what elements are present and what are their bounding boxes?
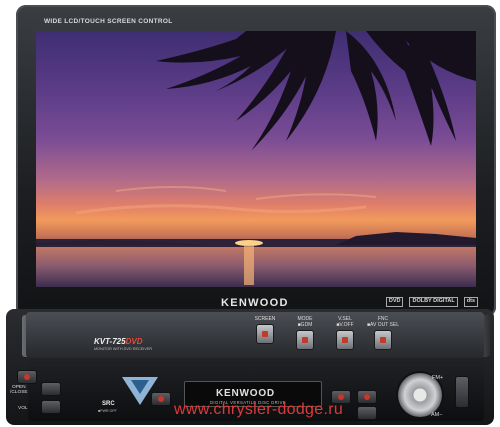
power-off-label: ■PWR OFF: [98, 409, 117, 413]
open-close-indicator[interactable]: [18, 371, 36, 383]
mode-button-key[interactable]: [297, 331, 313, 349]
vsel-button-key[interactable]: [337, 331, 353, 349]
monitor-brand: KENWOOD: [221, 297, 289, 309]
mute-button[interactable]: [152, 393, 170, 405]
sunset-wallpaper: [36, 31, 476, 287]
format-logos: DVD DOLBY DIGITAL dts: [385, 297, 478, 307]
touch-screen[interactable]: [36, 31, 476, 287]
monitor-housing: WIDE LCD/TOUCH SCREEN CONTROL KENWOOD DV…: [16, 5, 496, 317]
src-label[interactable]: SRC: [102, 401, 115, 407]
dolby-logo: DOLBY DIGITAL: [409, 297, 458, 307]
open-close-label: OPEN /CLOSE: [10, 385, 28, 395]
volume-button[interactable]: [42, 401, 60, 413]
car-stereo-unit: WIDE LCD/TOUCH SCREEN CONTROL KENWOOD DV…: [6, 3, 496, 425]
model-name: KVT-725DVD: [94, 337, 143, 346]
fnc-button-key[interactable]: [375, 331, 391, 349]
dvd-logo: DVD: [385, 297, 404, 307]
slot-brand: KENWOOD: [216, 388, 275, 399]
fnc-button[interactable]: FNC ■AV OUT SEL: [362, 316, 404, 349]
small-key-button[interactable]: [358, 407, 376, 419]
palm-frond-icon: [156, 31, 476, 151]
mode-button[interactable]: MODE ■GDM: [284, 316, 326, 349]
am-label[interactable]: AM−: [431, 412, 442, 418]
screen-button[interactable]: SCREEN: [244, 316, 286, 343]
track-forward-button[interactable]: [358, 391, 376, 403]
remote-sensor: [456, 377, 468, 407]
watermark: www.chrysler-dodge.ru: [174, 401, 344, 418]
open-close-button[interactable]: [42, 383, 60, 395]
screen-button-key[interactable]: [257, 325, 273, 343]
vol-label: VOL: [18, 406, 28, 411]
vsel-button[interactable]: V.SEL ■V.OFF: [324, 316, 366, 349]
model-suffix: DVD: [125, 337, 143, 346]
dts-logo: dts: [463, 297, 478, 307]
model-subtitle: MONITOR WITH DVD RECEIVER: [94, 347, 153, 351]
fm-label[interactable]: FM+: [432, 375, 443, 381]
monitor-top-label: WIDE LCD/TOUCH SCREEN CONTROL: [44, 18, 173, 25]
